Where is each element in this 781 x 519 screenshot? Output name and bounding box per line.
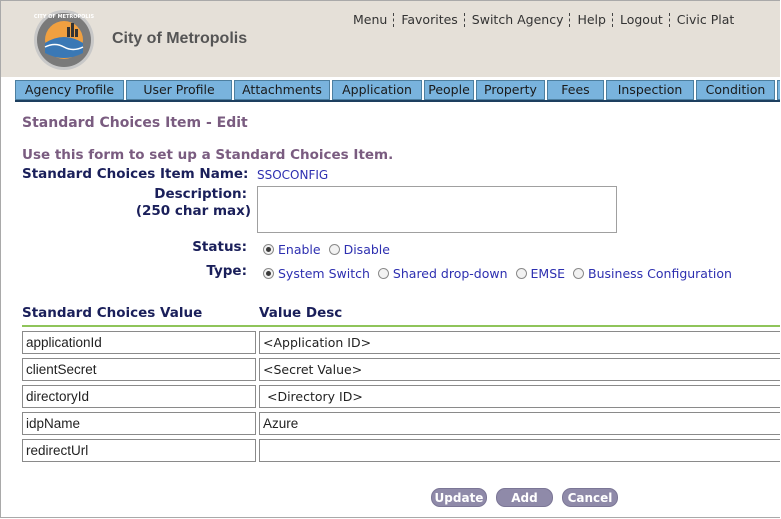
radio-unselected-icon[interactable] — [377, 268, 389, 279]
type-shared-dropdown-option[interactable]: Shared drop-down — [377, 266, 508, 281]
nav-menu-link[interactable]: Menu — [346, 13, 393, 27]
item-name-label: Standard Choices Item Name: — [22, 166, 249, 182]
update-button[interactable]: Update — [431, 488, 487, 507]
column-header-desc: Value Desc — [259, 305, 343, 321]
tab-bar-underline — [15, 100, 780, 102]
desc-input[interactable]: <Application ID> — [259, 331, 780, 354]
value-input[interactable]: idpName — [22, 412, 256, 435]
status-disable-option[interactable]: Disable — [328, 242, 390, 257]
item-name-value: SSOCONFIG — [257, 168, 329, 182]
page-title: Standard Choices Item - Edit — [22, 115, 248, 131]
type-radio-group: System Switch Shared drop-down EMSE Busines… — [263, 266, 740, 281]
tab-overflow[interactable] — [777, 80, 780, 100]
desc-input[interactable]: <Secret Value> — [259, 358, 780, 381]
nav-help-link[interactable]: Help — [569, 13, 612, 27]
radio-selected-icon[interactable] — [263, 244, 274, 255]
radio-selected-icon[interactable] — [263, 268, 274, 279]
tab-agency-profile[interactable]: Agency Profile — [15, 80, 124, 100]
nav-favorites-link[interactable]: Favorites — [393, 13, 463, 27]
type-business-configuration-option[interactable]: Business Configuration — [573, 266, 732, 281]
city-logo: CITY OF METROPOLIS — [34, 10, 95, 70]
svg-text:CITY OF METROPOLIS: CITY OF METROPOLIS — [34, 14, 95, 20]
tab-attachments[interactable]: Attachments — [234, 80, 330, 100]
app-header: CITY OF METROPOLIS City of Metropolis Me… — [1, 1, 780, 77]
column-header-value: Standard Choices Value — [22, 305, 203, 321]
value-input[interactable]: clientSecret — [22, 358, 256, 381]
tab-user-profile[interactable]: User Profile — [126, 80, 232, 100]
value-input[interactable]: redirectUrl — [22, 439, 256, 462]
add-button[interactable]: Add — [496, 488, 553, 507]
type-emse-option[interactable]: EMSE — [515, 266, 565, 281]
status-label: Status: — [192, 239, 247, 255]
value-input[interactable]: directoryId — [22, 385, 256, 408]
city-name: City of Metropolis — [112, 30, 248, 47]
page-intro: Use this form to set up a Standard Choic… — [22, 147, 394, 163]
top-nav: Menu Favorites Switch Agency Help Logout Civi… — [346, 12, 740, 27]
tab-people[interactable]: People — [424, 80, 474, 100]
tab-inspection[interactable]: Inspection — [606, 80, 694, 100]
tab-bar: Agency Profile User Profile Attachments … — [15, 80, 780, 100]
nav-switch-agency-link[interactable]: Switch Agency — [463, 13, 570, 27]
desc-input[interactable]: Azure — [259, 412, 780, 435]
status-enable-option[interactable]: Enable — [263, 242, 321, 257]
status-radio-group: Enable Disable — [263, 242, 398, 257]
type-label: Type: — [206, 263, 247, 279]
nav-logout-link[interactable]: Logout — [611, 13, 669, 27]
nav-civic-platform-link[interactable]: Civic Plat — [668, 13, 741, 27]
type-system-switch-option[interactable]: System Switch — [263, 266, 370, 281]
radio-unselected-icon[interactable] — [328, 244, 340, 255]
radio-unselected-icon[interactable] — [573, 268, 585, 279]
cancel-button[interactable]: Cancel — [562, 488, 618, 507]
tab-application[interactable]: Application — [332, 80, 422, 100]
value-input[interactable]: applicationId — [22, 331, 256, 354]
description-limit-label: (250 char max) — [135, 203, 251, 219]
grid-header-rule — [22, 325, 780, 327]
tab-condition[interactable]: Condition — [696, 80, 775, 100]
desc-input[interactable]: <Directory ID> — [259, 385, 780, 408]
description-textarea[interactable] — [257, 186, 617, 233]
radio-unselected-icon[interactable] — [515, 268, 527, 279]
tab-fees[interactable]: Fees — [547, 80, 604, 100]
description-label: Description: — [154, 186, 247, 202]
page-frame: CITY OF METROPOLIS City of Metropolis Me… — [0, 0, 780, 518]
desc-input[interactable] — [259, 439, 780, 462]
tab-property[interactable]: Property — [476, 80, 545, 100]
